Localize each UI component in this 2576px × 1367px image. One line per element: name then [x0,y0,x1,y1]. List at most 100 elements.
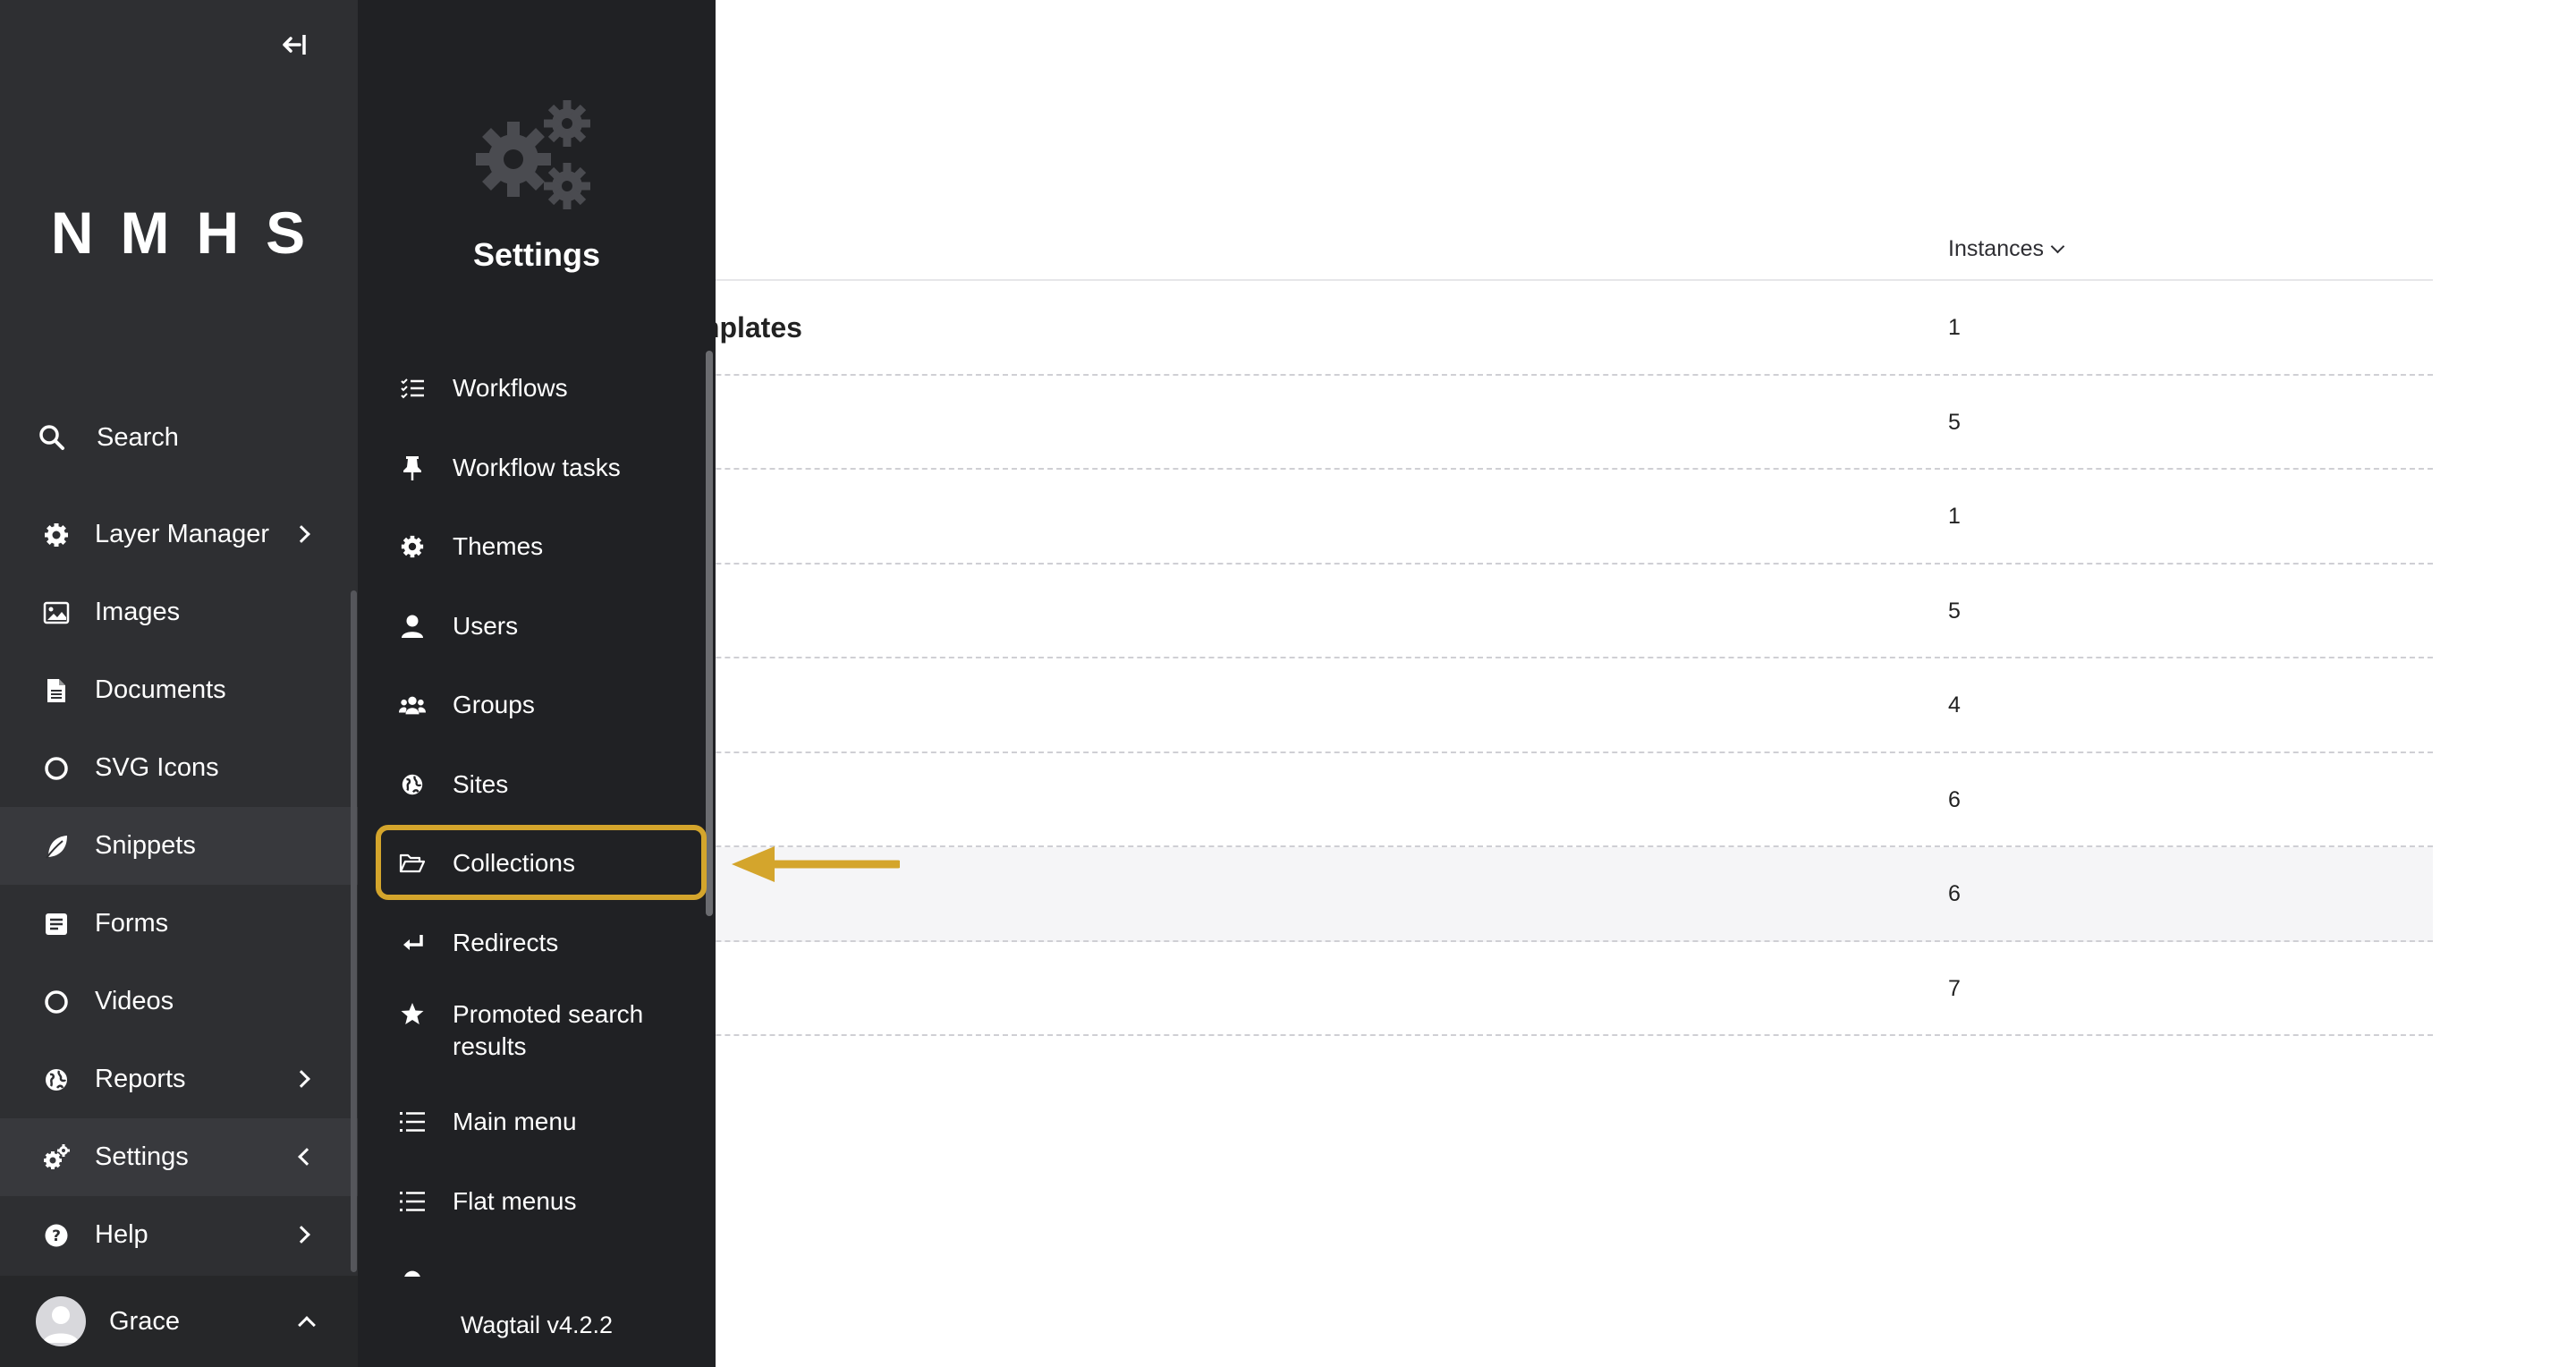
sidebar-item-label: Videos [95,987,174,1015]
search-label: Search [97,422,179,452]
thumbtack-icon [399,454,426,481]
help-icon: ? [41,1220,72,1251]
sidebar-item-label: Images [95,598,181,626]
table-row[interactable]: 5 [537,565,2433,658]
submenu-scrollbar[interactable] [706,351,713,916]
gear-icon [399,533,426,560]
table-row[interactable]: 4 [537,658,2433,753]
chevron-down-icon [2050,239,2065,254]
settings-item-redirects[interactable]: Redirects [358,904,716,983]
settings-item-groups[interactable]: Groups [358,666,716,745]
settings-item-label: Users [453,611,519,640]
list-icon [399,1108,426,1135]
settings-item-flat-menus[interactable]: Flat menus [358,1162,716,1242]
settings-panel-title: Settings [472,236,600,273]
account-menu-button[interactable]: Grace [0,1276,358,1367]
snippets-table: Instances tion form templates1 5 ons1 5 … [537,220,2433,1036]
globe-icon [41,1065,72,1095]
chevron-left-icon [298,1148,316,1166]
settings-item-users[interactable]: Users [358,587,716,667]
sidebar-item-documents[interactable]: Documents [0,651,358,729]
settings-menu-list: Workflows Workflow tasks Themes Users Gr… [358,349,716,1277]
row-count: 6 [1948,786,1961,812]
table-row[interactable]: ons1 [537,470,2433,565]
settings-item-workflows[interactable]: Workflows [358,349,716,429]
table-header: Instances [537,220,2433,281]
sidebar-item-label: Help [95,1220,148,1249]
cogs-icon [476,100,590,209]
settings-item-label: Workflows [453,374,568,403]
settings-item-label: Redirects [453,928,559,956]
sidebar-item-label: Settings [95,1142,189,1171]
chevron-right-icon [292,1226,310,1244]
table-row[interactable]: ories7 [537,942,2433,1036]
chevron-right-icon [292,1070,310,1088]
circle-icon [41,753,72,784]
sidebar-item-label: Snippets [95,831,196,860]
row-count: 5 [1948,409,1961,435]
account-name: Grace [109,1306,180,1336]
image-icon [41,598,72,628]
sidebar-item-snippets[interactable]: Snippets [0,807,358,885]
chevron-up-icon [298,1316,316,1334]
svg-text:?: ? [52,1227,61,1245]
table-row[interactable]: tion form templates1 [537,281,2433,376]
redirect-icon [399,930,426,956]
settings-item-themes[interactable]: Themes [358,507,716,587]
search-icon [39,425,64,450]
sidebar-item-images[interactable]: Images [0,573,358,651]
row-count: 7 [1948,975,1961,1001]
sidebar-item-settings[interactable]: Settings [0,1118,358,1196]
settings-item-workflow-tasks[interactable]: Workflow tasks [358,429,716,508]
leaf-icon [41,831,72,862]
version-footer: Wagtail v4.2.2 [358,1281,716,1367]
settings-item-label: Promoted search results [453,1000,644,1060]
collapse-icon [283,35,306,55]
sidebar-item-label: Forms [95,909,169,938]
settings-item-label: Sites [453,769,509,798]
settings-item-label: Workflow tasks [453,453,621,481]
row-count: 1 [1948,504,1961,529]
settings-item-main-menu[interactable]: Main menu [358,1083,716,1162]
tasks-icon [399,375,426,402]
search-button[interactable]: Search [38,417,324,458]
cogs-icon [41,1142,72,1173]
app-root: s Instances tion form templates1 5 ons1 … [0,0,2576,1367]
site-logo[interactable]: NMHS [0,199,358,267]
avatar [36,1296,86,1346]
sidebar-item-layer-manager[interactable]: Layer Manager [0,496,358,573]
row-count: 6 [1948,881,1961,906]
sidebar-item-svg-icons[interactable]: SVG Icons [0,729,358,807]
list-icon [399,1188,426,1215]
settings-item-label: Flat menus [453,1186,577,1215]
gear-icon [41,520,72,550]
sidebar: NMHS Search Layer Manager Images Documen… [0,0,358,1367]
settings-item-label: Main menu [453,1108,577,1136]
circle-icon [41,987,72,1017]
row-count: 4 [1948,692,1961,717]
sidebar-scrollbar[interactable] [351,590,357,1272]
sidebar-item-videos[interactable]: Videos [0,963,358,1040]
row-count: 1 [1948,315,1961,340]
table-row[interactable]: 5 [537,376,2433,470]
settings-item-sites[interactable]: Sites [358,745,716,825]
settings-item-label: Themes [453,532,544,561]
settings-item-truncated[interactable] [358,1241,716,1277]
table-row[interactable]: egories6 [537,753,2433,847]
pointer-arrow-icon [732,846,900,882]
star-icon [399,1000,426,1027]
sidebar-item-label: Layer Manager [95,520,270,548]
collapse-sidebar-button[interactable] [277,27,320,63]
instances-column-header[interactable]: Instances [1948,236,2065,262]
chevron-right-icon [292,525,310,543]
settings-item-promoted-search-results[interactable]: Promoted search results [358,982,716,1083]
sidebar-item-label: Documents [95,675,226,704]
sidebar-item-label: SVG Icons [95,753,219,782]
settings-item-label: Groups [453,691,535,719]
sidebar-item-forms[interactable]: Forms [0,885,358,963]
sidebar-item-help[interactable]: ? Help [0,1196,358,1274]
sidebar-item-reports[interactable]: Reports [0,1040,358,1118]
globe-icon [399,771,426,798]
group-icon [399,692,426,718]
gear-icon [399,1266,426,1277]
